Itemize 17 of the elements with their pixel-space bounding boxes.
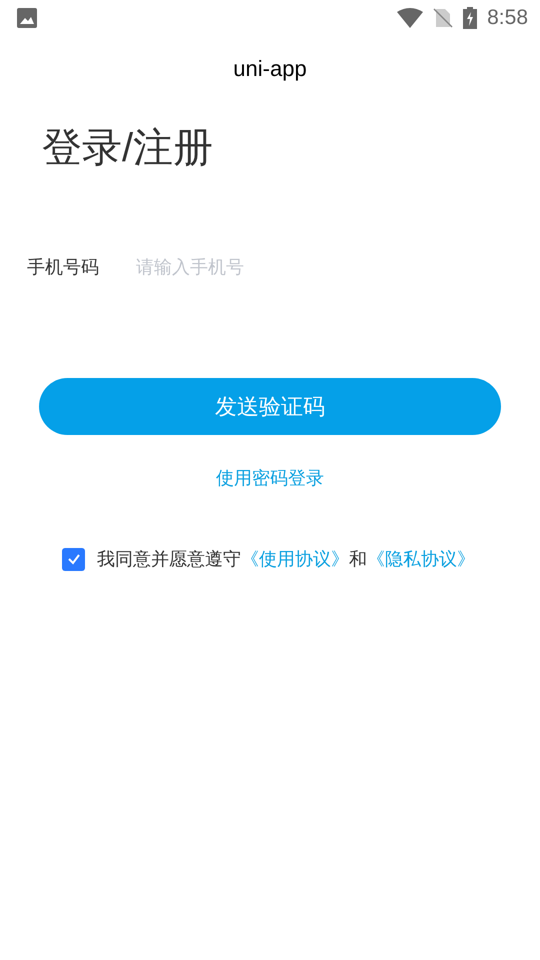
wifi-icon: [397, 8, 424, 28]
check-icon: [66, 552, 80, 566]
phone-input[interactable]: 请输入手机号: [136, 254, 496, 280]
field-label: 手机号码: [27, 256, 100, 278]
no-sim-icon: [433, 8, 454, 28]
battery-charging-icon: [463, 7, 478, 29]
image-icon: [17, 8, 37, 28]
clock-time: 8:58: [487, 5, 528, 32]
page-title: uni-app: [233, 54, 307, 83]
agreement-checkbox[interactable]: [62, 548, 85, 570]
password-login-link[interactable]: 使用密码登录: [216, 465, 324, 492]
agreement-link[interactable]: 《使用协议》: [241, 546, 349, 572]
send-code-button[interactable]: 发送验证码: [39, 378, 501, 435]
agreement-text: 和: [349, 548, 367, 570]
page-heading: 登录/注册: [42, 125, 214, 172]
agreement-link[interactable]: 《隐私协议》: [367, 546, 475, 572]
agreement-text: 我同意并愿意遵守: [97, 548, 241, 570]
